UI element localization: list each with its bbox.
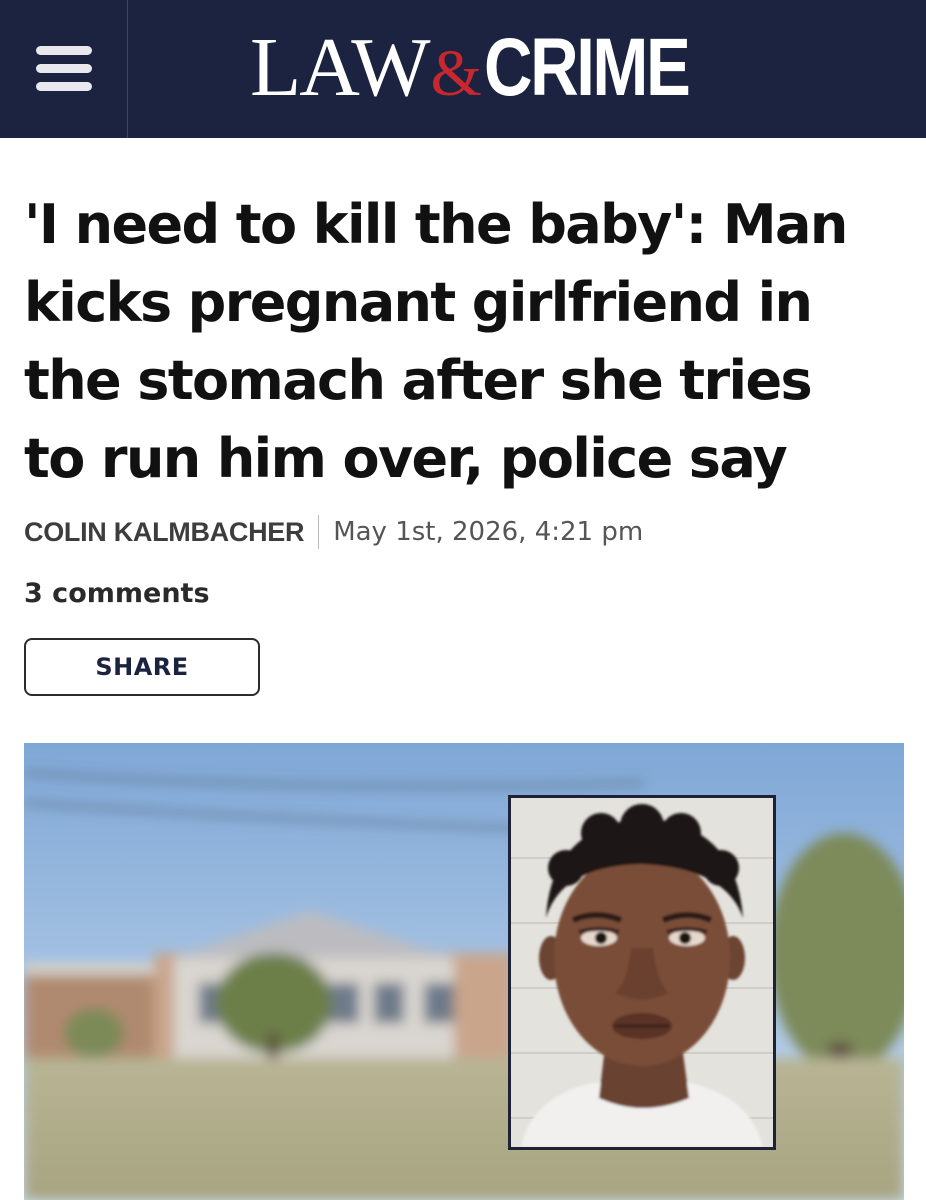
site-logo[interactable]: LAW & CRIME bbox=[250, 18, 733, 118]
menu-bar bbox=[36, 82, 92, 91]
menu-bar bbox=[36, 46, 92, 55]
logo-crime-text: CRIME bbox=[483, 22, 691, 113]
logo-law-text: LAW bbox=[250, 21, 431, 114]
site-header: LAW & CRIME bbox=[0, 0, 926, 138]
logo-ampersand: & bbox=[430, 37, 482, 110]
author-link[interactable]: COLIN KALMBACHER bbox=[24, 517, 304, 548]
mugshot-photo bbox=[508, 795, 776, 1150]
headline-line: to run him over, police say bbox=[24, 427, 788, 490]
byline-divider bbox=[318, 515, 320, 549]
byline: COLIN KALMBACHER May 1st, 2026, 4:21 pm bbox=[24, 512, 643, 552]
headline-line: 'I need to kill the baby': Man bbox=[24, 193, 848, 256]
menu-bar bbox=[36, 64, 92, 73]
headline-line: the stomach after she tries bbox=[24, 349, 813, 412]
share-button[interactable]: SHARE bbox=[24, 638, 260, 696]
hamburger-menu-icon[interactable] bbox=[0, 0, 128, 138]
article-headline: 'I need to kill the baby': Man kicks pre… bbox=[24, 186, 904, 498]
mugshot-illustration bbox=[511, 798, 773, 1147]
headline-line: kicks pregnant girlfriend in bbox=[24, 271, 813, 334]
comments-link[interactable]: 3 comments bbox=[24, 578, 210, 609]
publish-date: May 1st, 2026, 4:21 pm bbox=[333, 517, 644, 547]
